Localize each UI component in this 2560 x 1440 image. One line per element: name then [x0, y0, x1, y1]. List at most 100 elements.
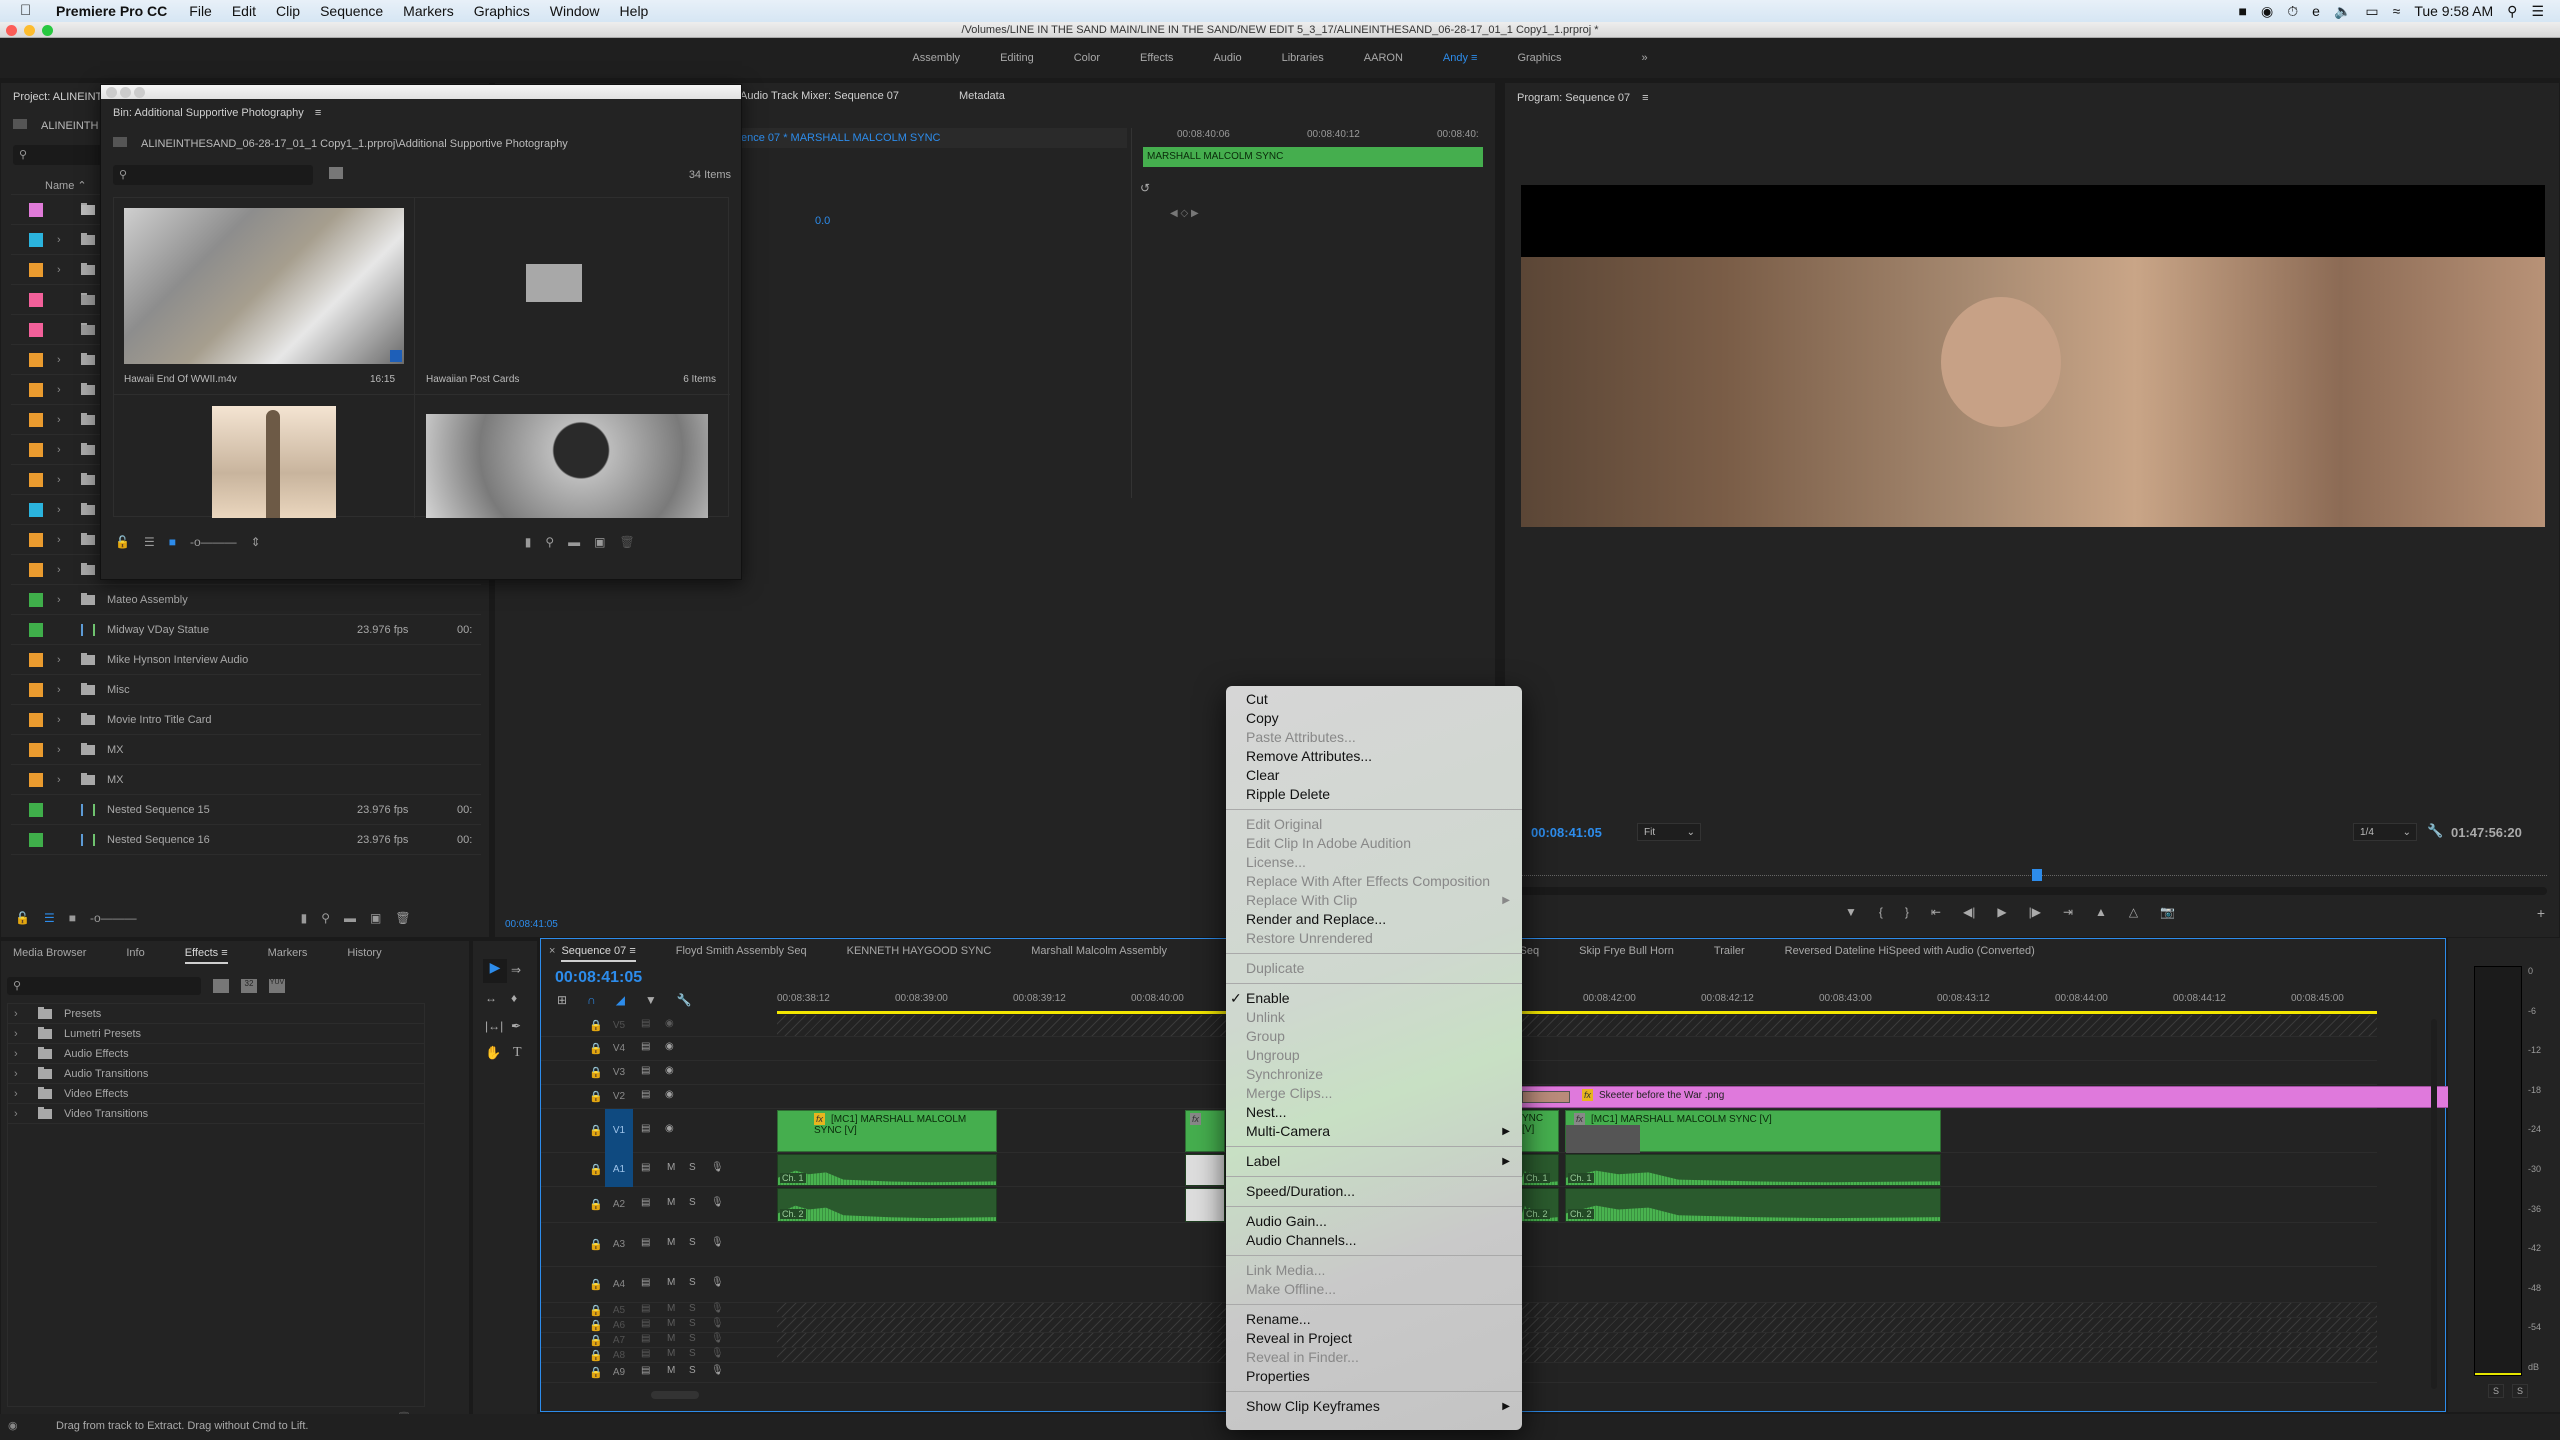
menu-item-show-clip-keyframes[interactable]: Show Clip Keyframes ▶ — [1226, 1397, 1522, 1416]
clock[interactable]: Tue 9:58 AM — [2414, 3, 2493, 19]
trash-icon[interactable]: 🗑 — [395, 911, 410, 925]
mark-out-button[interactable]: } — [1905, 905, 1909, 919]
spotlight-icon[interactable]: ⚲ — [2507, 3, 2517, 20]
folder-icon[interactable] — [526, 264, 582, 302]
button-editor-plus-icon[interactable]: + — [2537, 905, 2545, 921]
track-lock-icon[interactable]: 🔒 — [589, 1163, 603, 1176]
effects-folder[interactable]: › Audio Effects — [8, 1044, 424, 1064]
lift-button[interactable]: ▲ — [2095, 905, 2107, 919]
menu-item-speed-duration[interactable]: Speed/Duration... — [1226, 1182, 1522, 1201]
menu-item-rename[interactable]: Rename... — [1226, 1310, 1522, 1329]
track-target-toggle[interactable]: A3 — [605, 1223, 633, 1267]
solo-button[interactable]: S — [689, 1197, 696, 1208]
close-tab-icon[interactable]: × — [549, 945, 555, 962]
chevron-right-icon[interactable]: › — [57, 474, 71, 486]
keyframe-nav[interactable]: ◀ ◇ ▶ — [1170, 208, 1199, 219]
play-button[interactable]: ▶ — [1997, 905, 2006, 919]
icon-view-icon[interactable]: ■ — [169, 535, 176, 549]
menu-item-cut[interactable]: Cut — [1226, 690, 1522, 709]
video-clip[interactable]: fx [MC1] MARSHALL MALCOLM SYNC [V] — [777, 1110, 997, 1152]
pen-tool-icon[interactable]: ✒ — [511, 1019, 521, 1033]
track-lock-icon[interactable]: 🔒 — [589, 1349, 603, 1362]
chevron-right-icon[interactable]: › — [57, 714, 71, 726]
vertical-scrollbar[interactable] — [2431, 1019, 2437, 1389]
workspace-libraries[interactable]: Libraries — [1282, 52, 1324, 64]
tab-skip-frye-bull-horn[interactable]: Skip Frye Bull Horn — [1579, 945, 1674, 957]
tab-reversed-dateline[interactable]: Reversed Dateline HiSpeed with Audio (Co… — [1785, 945, 2035, 957]
new-bin-icon[interactable]: ▬ — [344, 911, 356, 925]
sync-lock-icon[interactable]: ▤ — [641, 1197, 650, 1208]
selection-tool-icon[interactable]: ▶ — [483, 959, 507, 983]
panel-menu-icon[interactable]: ≡ — [629, 945, 635, 957]
eye-icon[interactable]: ◉ — [665, 1065, 674, 1076]
project-item[interactable]: › Mike Hynson Interview Audio — [11, 645, 481, 675]
bin-menu-icon[interactable]: ≡ — [315, 107, 321, 119]
slip-tool-icon[interactable]: |↔| — [485, 1019, 503, 1033]
mute-button[interactable]: M — [667, 1348, 675, 1359]
sync-lock-icon[interactable]: ▤ — [641, 1333, 650, 1344]
track-target-toggle[interactable]: V2 — [605, 1085, 633, 1109]
chevron-right-icon[interactable]: › — [57, 564, 71, 576]
chevron-right-icon[interactable]: › — [57, 504, 71, 516]
work-area-bar[interactable] — [777, 1011, 2377, 1014]
tab-history[interactable]: History — [347, 947, 381, 964]
reset-icon[interactable]: ↺ — [1140, 181, 1150, 195]
menu-edit[interactable]: Edit — [232, 3, 256, 19]
chevron-right-icon[interactable]: › — [14, 1108, 28, 1120]
notification-center-icon[interactable]: ☰ — [2531, 3, 2544, 20]
tab-sequence-07[interactable]: Sequence 07 ≡ — [561, 945, 636, 962]
step-back-button[interactable]: ◀| — [1963, 905, 1975, 919]
label-color-swatch[interactable] — [29, 292, 43, 307]
zoom-slider[interactable]: -o——— — [90, 911, 137, 925]
project-item[interactable]: Midway VDay Statue 23.976 fps 00: — [11, 615, 481, 645]
eye-icon[interactable]: ◉ — [665, 1018, 674, 1029]
audio-clip[interactable]: Ch. 1 — [1521, 1154, 1559, 1186]
menu-item-multi-camera[interactable]: Multi-Camera ▶ — [1226, 1122, 1522, 1141]
close-window-button[interactable] — [6, 25, 17, 36]
eye-icon[interactable]: ◉ — [665, 1123, 674, 1134]
add-marker-button[interactable]: ▼ — [1845, 905, 1857, 919]
workspace-audio[interactable]: Audio — [1213, 52, 1241, 64]
hand-tool-icon[interactable]: ✋ — [485, 1045, 501, 1061]
track-lock-icon[interactable]: 🔒 — [589, 1198, 603, 1211]
workspace-overflow-button[interactable]: » — [1641, 52, 1647, 64]
workspace-editing[interactable]: Editing — [1000, 52, 1034, 64]
workspace-menu-icon[interactable]: ≡ — [1471, 52, 1477, 64]
minimize-window-button[interactable] — [24, 25, 35, 36]
automate-icon[interactable]: ▮ — [301, 911, 308, 925]
video-clip[interactable]: fx — [1185, 1110, 1225, 1152]
tab-markers[interactable]: Markers — [268, 947, 308, 964]
project-item[interactable]: Nested Sequence 15 23.976 fps 00: — [11, 795, 481, 825]
menu-file[interactable]: File — [189, 3, 212, 19]
solo-button[interactable]: S — [689, 1303, 696, 1314]
label-color-swatch[interactable] — [29, 652, 43, 667]
chevron-right-icon[interactable]: › — [57, 654, 71, 666]
microphone-icon[interactable]: 🎙 — [711, 1277, 724, 1288]
track-select-tool-icon[interactable]: ⇒ — [511, 963, 521, 977]
zoom-slider[interactable]: -o——— — [190, 535, 237, 549]
step-forward-button[interactable]: |▶ — [2029, 905, 2041, 919]
add-marker-icon[interactable]: ▼ — [645, 993, 657, 1007]
find-icon[interactable]: ⚲ — [545, 535, 554, 549]
go-to-out-button[interactable]: ⇥ — [2063, 905, 2073, 919]
audio-clip[interactable] — [1185, 1188, 1225, 1222]
menu-item-reveal-in-project[interactable]: Reveal in Project — [1226, 1329, 1522, 1348]
sync-lock-icon[interactable]: ▤ — [641, 1018, 650, 1029]
panel-menu-icon[interactable]: ≡ — [1642, 92, 1648, 104]
label-color-swatch[interactable] — [29, 622, 43, 637]
creative-cloud-icon[interactable]: ◉ — [2261, 3, 2273, 20]
audio-clip[interactable]: Ch. 1 — [1565, 1154, 1941, 1186]
menu-item-enable[interactable]: ✓ Enable — [1226, 989, 1522, 1008]
label-color-swatch[interactable] — [29, 202, 43, 217]
label-color-swatch[interactable] — [29, 802, 43, 817]
transition[interactable] — [1522, 1091, 1570, 1103]
label-color-swatch[interactable] — [29, 262, 43, 277]
audio-clip[interactable]: Ch. 2 — [1565, 1188, 1941, 1222]
tab-audio-track-mixer[interactable]: Audio Track Mixer: Sequence 07 — [740, 90, 899, 102]
track-lane-a4[interactable] — [777, 1267, 2377, 1303]
playhead[interactable] — [2032, 869, 2042, 881]
creative-cloud-status-icon[interactable]: ◉ — [8, 1419, 18, 1432]
solo-button[interactable]: S — [689, 1162, 696, 1173]
track-target-toggle[interactable]: A6 — [605, 1318, 633, 1333]
audio-clip[interactable]: Ch. 2 — [1521, 1188, 1559, 1222]
